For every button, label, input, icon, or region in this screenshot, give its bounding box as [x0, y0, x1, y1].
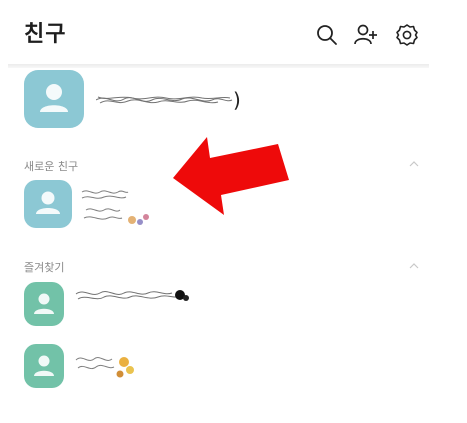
profile-name-redacted: [96, 96, 233, 104]
avatar: [24, 282, 64, 326]
red-arrow-annotation: [160, 128, 300, 228]
profile-name-suffix: ): [233, 88, 241, 112]
section-label-new-friends: 새로운 친구: [24, 160, 79, 173]
avatar: [24, 70, 84, 128]
friend-name-redacted: [81, 190, 149, 225]
friend-name-redacted: [75, 290, 189, 301]
chevron-up-icon[interactable]: [409, 262, 419, 270]
add-friend-icon[interactable]: [353, 22, 379, 48]
header-divider: [8, 64, 429, 68]
list-item[interactable]: [0, 282, 440, 330]
section-label-favorites: 즐겨찾기: [24, 261, 65, 274]
my-profile-row[interactable]: ): [0, 70, 440, 130]
app-header: 친구: [0, 0, 467, 68]
list-item[interactable]: [0, 344, 440, 390]
page-title: 친구: [24, 22, 67, 47]
settings-icon[interactable]: [394, 22, 420, 48]
search-icon[interactable]: [314, 22, 340, 48]
friend-name-redacted: [75, 357, 134, 378]
chevron-up-icon[interactable]: [409, 160, 419, 168]
avatar: [24, 180, 72, 228]
avatar: [24, 344, 64, 388]
